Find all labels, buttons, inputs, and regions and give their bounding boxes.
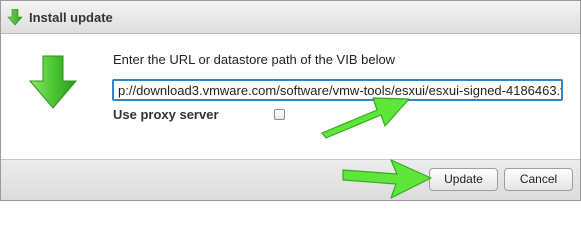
annotation-arrow-icon [321, 97, 410, 139]
use-proxy-checkbox[interactable] [274, 109, 285, 120]
url-prompt-label: Enter the URL or datastore path of the V… [113, 52, 396, 67]
cancel-button[interactable]: Cancel [504, 168, 573, 191]
download-arrow-icon [7, 9, 23, 26]
download-arrow-icon [29, 55, 77, 109]
dialog-footer: Update Cancel [1, 159, 580, 200]
update-button[interactable]: Update [429, 168, 498, 191]
annotation-arrow-icon [342, 159, 432, 199]
use-proxy-label: Use proxy server [113, 107, 219, 122]
install-update-dialog: Install update Enter the URL or datastor… [0, 0, 581, 201]
dialog-title-bar[interactable]: Install update [1, 1, 580, 34]
dialog-title: Install update [29, 10, 113, 25]
